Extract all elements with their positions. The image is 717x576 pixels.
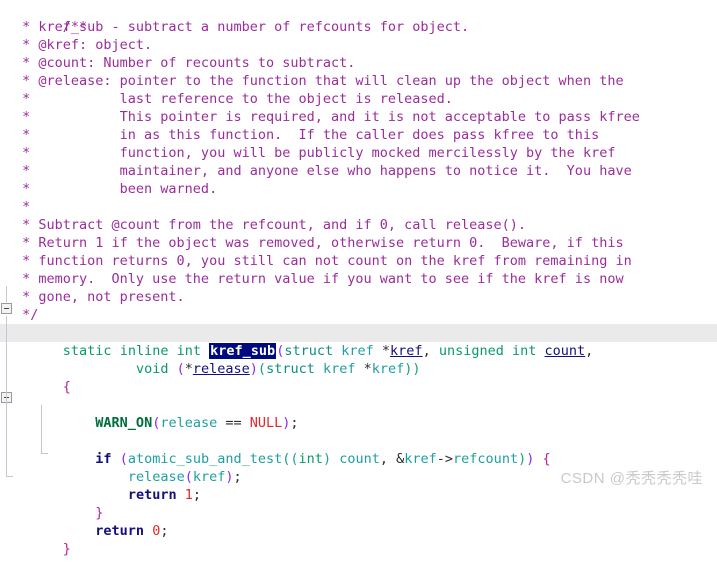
- code-line[interactable]: * @count: Number of recounts to subtract…: [0, 54, 717, 72]
- code-line[interactable]: * maintainer, and anyone else who happen…: [0, 162, 717, 180]
- comment-text: * been warned.: [14, 181, 218, 197]
- comment-text: * in as this function. If the caller doe…: [14, 127, 600, 143]
- code-line[interactable]: * function, you will be publicly mocked …: [0, 144, 717, 162]
- code-line[interactable]: * kref_sub - subtract a number of refcou…: [0, 18, 717, 36]
- code-line[interactable]: * memory. Only use the return value if y…: [0, 270, 717, 288]
- comment-text: * maintainer, and anyone else who happen…: [14, 163, 632, 179]
- code-line-blank[interactable]: [0, 414, 717, 432]
- code-line[interactable]: * @release: pointer to the function that…: [0, 72, 717, 90]
- comment-text: * Subtract @count from the refcount, and…: [14, 217, 527, 233]
- comment-text: *: [14, 199, 31, 215]
- code-editor[interactable]: /** * kref_sub - subtract a number of re…: [0, 0, 717, 557]
- code-line[interactable]: * Subtract @count from the refcount, and…: [0, 216, 717, 234]
- comment-text: * function, you will be publicly mocked …: [14, 145, 616, 161]
- comment-text: * function returns 0, you still can not …: [14, 253, 632, 269]
- comment-text: * gone, not present.: [14, 289, 185, 305]
- code-line-close-if-brace[interactable]: }: [0, 486, 717, 521]
- block-guide-if: [41, 405, 42, 453]
- comment-text: * memory. Only use the return value if y…: [14, 271, 624, 287]
- comment-text: * @count: Number of recounts to subtract…: [14, 55, 356, 71]
- code-line-signature[interactable]: static inline int kref_sub(struct kref *…: [0, 324, 717, 359]
- brace-close-function: }: [62, 541, 71, 557]
- comment-text: * This pointer is required, and it is no…: [14, 109, 640, 125]
- code-line[interactable]: /**: [0, 0, 717, 35]
- code-line-blank[interactable]: [0, 378, 717, 396]
- code-line-if[interactable]: if (atomic_sub_and_test((int) count, &kr…: [0, 432, 717, 467]
- code-line-return-zero[interactable]: return 0;: [0, 504, 717, 539]
- code-line[interactable]: * Return 1 if the object was removed, ot…: [0, 234, 717, 252]
- code-line-open-brace[interactable]: {: [0, 360, 717, 395]
- code-line[interactable]: * last reference to the object is releas…: [0, 90, 717, 108]
- code-line[interactable]: * in as this function. If the caller doe…: [0, 126, 717, 144]
- code-line[interactable]: */: [0, 306, 717, 324]
- code-line[interactable]: * This pointer is required, and it is no…: [0, 108, 717, 126]
- block-guide-if-foot: [41, 453, 48, 454]
- block-guide-function: [6, 316, 7, 476]
- comment-text: * last reference to the object is releas…: [14, 91, 453, 107]
- block-guide-function-foot: [6, 476, 13, 477]
- comment-text: * @kref: object.: [14, 37, 153, 53]
- code-line[interactable]: * been warned.: [0, 180, 717, 198]
- block-guide-signature: [6, 286, 7, 302]
- comment-text: * @release: pointer to the function that…: [14, 73, 624, 89]
- fold-marker-function[interactable]: [1, 303, 12, 314]
- code-line[interactable]: * gone, not present.: [0, 288, 717, 306]
- code-line-release-call[interactable]: release(kref);: [0, 450, 717, 485]
- code-line[interactable]: * @kref: object.: [0, 36, 717, 54]
- code-line-signature-cont[interactable]: void (*release)(struct kref *kref)): [0, 342, 717, 377]
- code-area[interactable]: /** * kref_sub - subtract a number of re…: [0, 0, 717, 557]
- code-line-close-fn-brace[interactable]: }: [0, 522, 717, 557]
- comment-text: * Return 1 if the object was removed, ot…: [14, 235, 624, 251]
- code-line-warn-on[interactable]: WARN_ON(release == NULL);: [0, 396, 717, 431]
- csdn-watermark: CSDN @秃秃秃秃哇: [560, 470, 703, 487]
- code-line[interactable]: * function returns 0, you still can not …: [0, 252, 717, 270]
- comment-close: */: [14, 307, 39, 323]
- code-line[interactable]: *: [0, 198, 717, 216]
- comment-text: * kref_sub - subtract a number of refcou…: [14, 19, 470, 35]
